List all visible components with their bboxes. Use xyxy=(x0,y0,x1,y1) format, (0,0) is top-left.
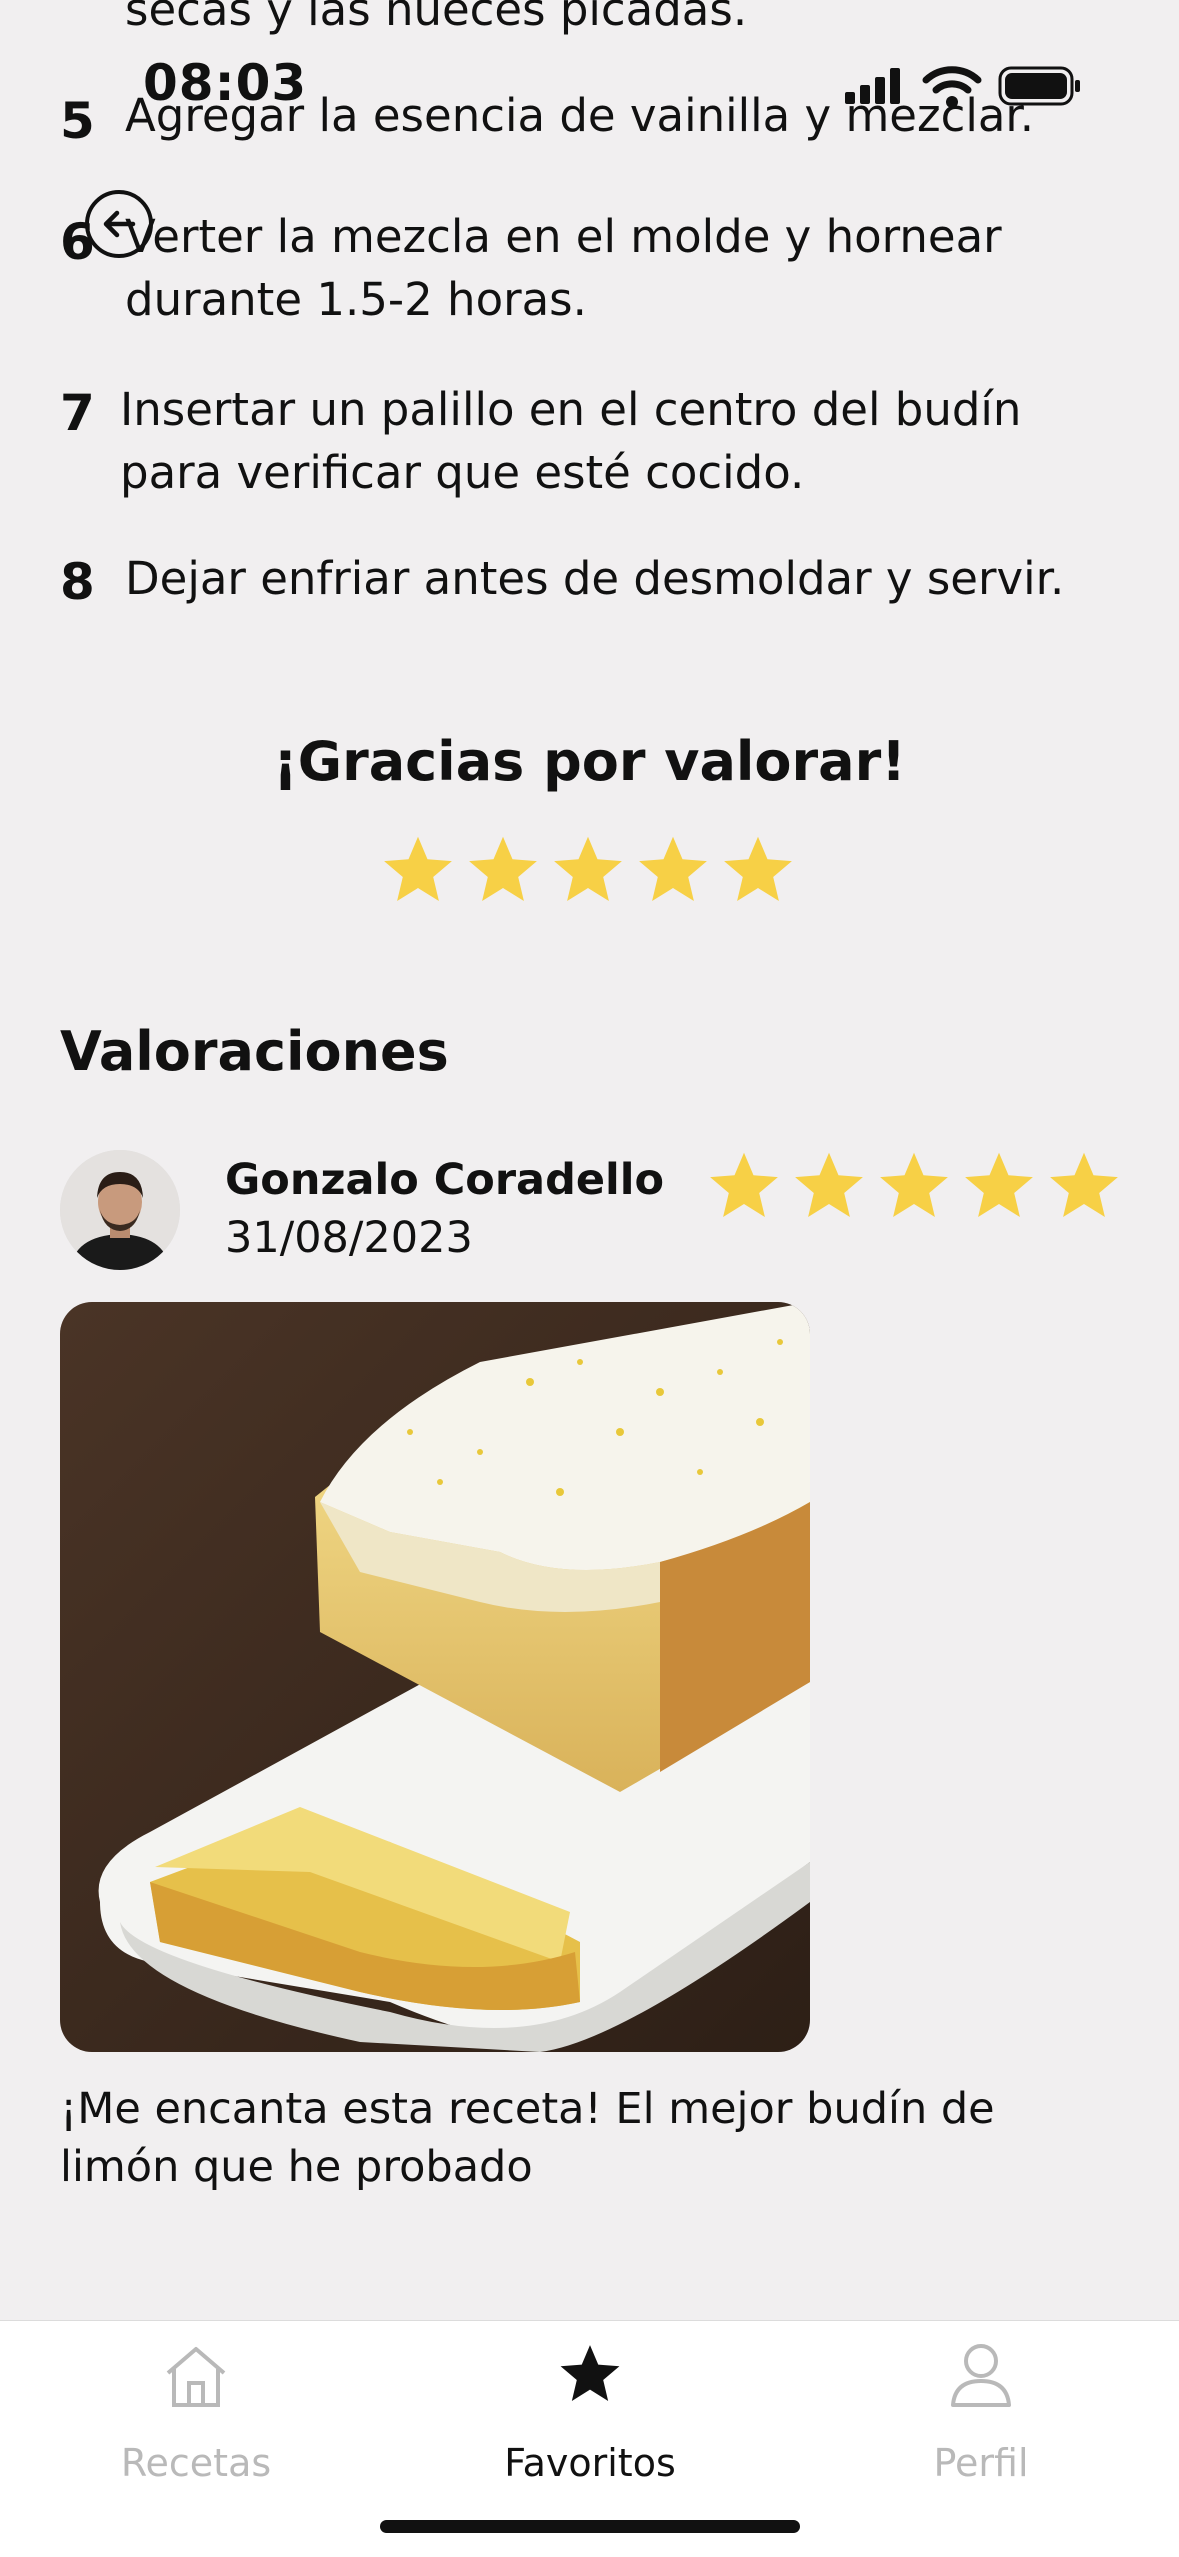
signal-icon xyxy=(845,66,905,110)
rating-thanks-title: ¡Gracias por valorar! xyxy=(273,730,906,793)
review-date: 31/08/2023 xyxy=(225,1213,473,1263)
star-icon xyxy=(710,1152,778,1218)
home-icon xyxy=(162,2343,230,2413)
step-partial-text: secas y las nueces picadas. xyxy=(125,0,748,36)
back-button[interactable] xyxy=(85,190,153,258)
step-text: Dejar enfriar antes de desmoldar y servi… xyxy=(125,552,1065,605)
wifi-icon xyxy=(922,64,982,112)
home-indicator xyxy=(380,2520,800,2533)
tab-label: Perfil xyxy=(933,2441,1029,2485)
user-rating-stars[interactable] xyxy=(380,832,805,908)
step-text: Insertar un palillo en el centro del bud… xyxy=(120,383,1022,499)
avatar xyxy=(60,1150,180,1270)
star-icon[interactable] xyxy=(720,832,796,908)
star-icon xyxy=(965,1152,1033,1218)
step-number: 5 xyxy=(60,92,95,150)
status-time: 08:03 xyxy=(143,54,308,112)
star-icon[interactable] xyxy=(465,832,541,908)
star-icon xyxy=(880,1152,948,1218)
step-text: Verter la mezcla en el molde y hornear d… xyxy=(125,210,1002,326)
arrow-left-icon xyxy=(103,210,136,238)
reviewer-name: Gonzalo Coradello xyxy=(225,1155,665,1205)
star-icon xyxy=(795,1152,863,1218)
reviews-section-title: Valoraciones xyxy=(60,1020,449,1083)
tab-label: Recetas xyxy=(120,2441,272,2485)
step-number: 8 xyxy=(60,553,95,611)
star-icon[interactable] xyxy=(635,832,711,908)
user-icon xyxy=(949,2341,1013,2413)
review-photo[interactable] xyxy=(60,1302,810,2052)
star-icon[interactable] xyxy=(550,832,626,908)
battery-icon xyxy=(998,66,1082,110)
review-comment: ¡Me encanta esta receta! El mejor budín … xyxy=(60,2084,995,2192)
review-rating-stars xyxy=(706,1148,1131,1224)
star-icon xyxy=(557,2341,623,2411)
step-number: 7 xyxy=(60,384,95,442)
tab-label: Favoritos xyxy=(504,2441,676,2485)
star-icon[interactable] xyxy=(380,832,456,908)
star-icon xyxy=(1050,1152,1118,1218)
